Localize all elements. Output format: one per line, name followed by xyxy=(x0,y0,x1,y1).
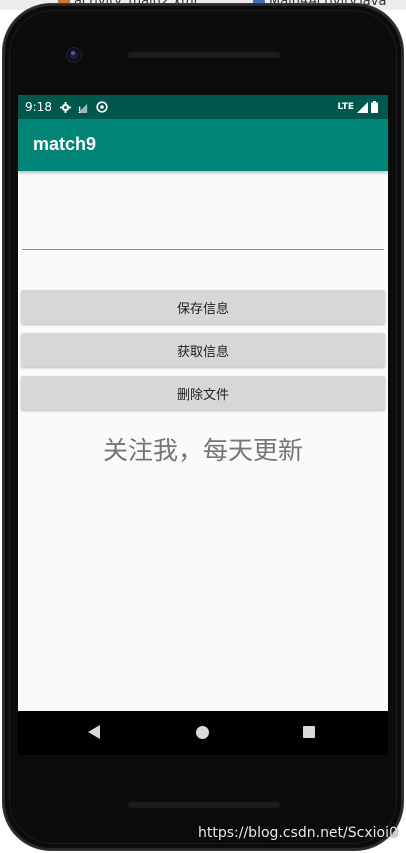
app-title: match9 xyxy=(33,134,97,154)
promo-text: 关注我，每天更新 xyxy=(102,436,303,465)
signal-no-data-icon xyxy=(77,103,88,113)
cell-signal-icon xyxy=(357,101,368,113)
app-bar: match9 xyxy=(18,119,388,171)
data-saver-icon xyxy=(96,101,108,113)
home-icon[interactable] xyxy=(196,726,209,739)
front-camera xyxy=(67,48,81,62)
back-icon[interactable] xyxy=(88,725,100,739)
watermark: https://blog.csdn.net/Scxioi0 xyxy=(198,825,398,841)
get-info-button[interactable]: 获取信息 xyxy=(21,333,385,367)
status-bar: 9:18 LTE xyxy=(18,95,388,119)
text-input-field[interactable] xyxy=(22,171,384,250)
recents-icon[interactable] xyxy=(303,726,315,738)
earpiece-speaker xyxy=(127,50,281,58)
delete-file-button[interactable]: 删除文件 xyxy=(21,376,385,410)
battery-icon xyxy=(371,101,378,113)
network-type: LTE xyxy=(337,102,354,112)
navigation-bar xyxy=(18,711,388,755)
status-time: 9:18 xyxy=(25,100,52,114)
bottom-speaker xyxy=(127,800,281,808)
save-info-button[interactable]: 保存信息 xyxy=(21,290,385,324)
device-screen: 9:18 LTE match9 保存信息 获取信息 删除文件 关注我，每天更新 xyxy=(18,95,388,711)
gear-icon xyxy=(59,101,71,113)
